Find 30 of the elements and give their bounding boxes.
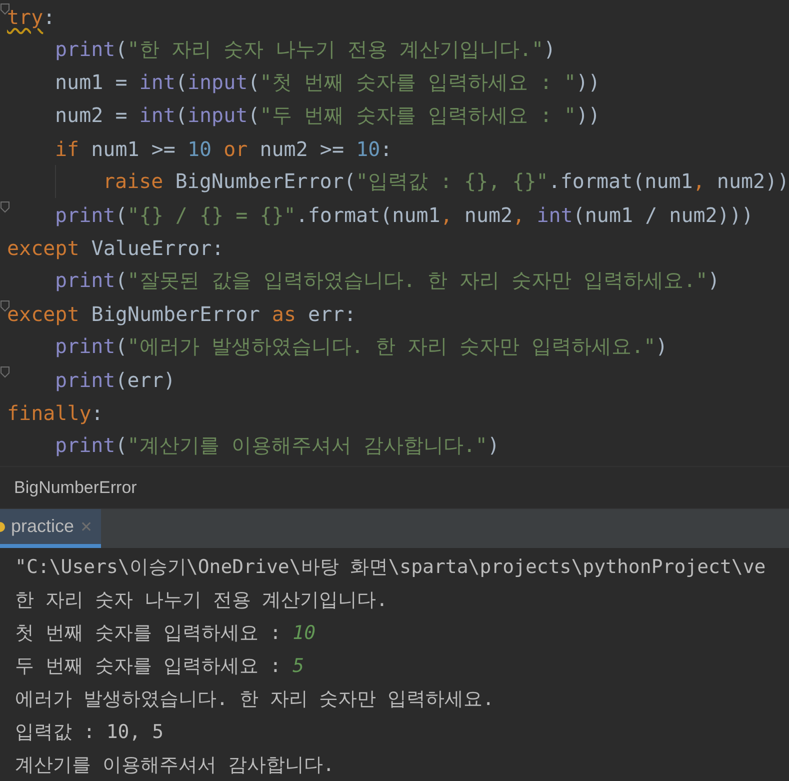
input-text: 5 [292, 654, 304, 676]
console-line: 계산기를 이용해주셔서 감사합니다. [15, 752, 334, 778]
input-text: 10 [292, 622, 316, 644]
fold-icon[interactable] [0, 3, 10, 15]
run-tab[interactable]: practice ✕ [0, 509, 102, 548]
code-line: if num1 >= 10 or num2 >= 10: [55, 136, 392, 160]
console-line: "C:\Users\이승기\OneDrive\바탕 화면\sparta\projects\pythonProject\ve [15, 554, 766, 580]
console-line: 에러가 발생하였습니다. 한 자리 숫자만 입력하세요. [15, 686, 494, 712]
code-line: num1 = int(input("첫 번째 숫자를 입력하세요 : ")) [55, 69, 600, 96]
fold-icon[interactable] [0, 366, 10, 378]
code-line: print("한 자리 숫자 나누기 전용 계산기입니다.") [55, 36, 556, 63]
console-line: 입력값 : 10, 5 [15, 720, 164, 744]
fold-icon[interactable] [0, 201, 10, 213]
console-line: 첫 번째 숫자를 입력하세요 : [15, 620, 282, 646]
code-line: except ValueError: [7, 236, 224, 260]
code-line: print(err) [55, 368, 176, 392]
console-line: 한 자리 숫자 나누기 전용 계산기입니다. [15, 588, 388, 612]
breadcrumb[interactable]: BigNumberError [14, 478, 137, 498]
code-line: raise BigNumberError("입력값 : {}, {}".format(num1, num2)) [103, 168, 789, 195]
code-line: print("계산기를 이용해주셔서 감사합니다.") [55, 432, 500, 459]
code-line: try: [7, 4, 56, 28]
code-line: print("{} / {} = {}".format(num1, num2, int(num1 / num2))) [55, 202, 754, 226]
run-icon [0, 522, 5, 532]
code-line: except BigNumberError as err: [7, 302, 356, 326]
code-line: num2 = int(input("두 번째 숫자를 입력하세요 : ")) [55, 102, 600, 129]
fold-icon[interactable] [0, 300, 10, 312]
code-line: print("에러가 발생하였습니다. 한 자리 숫자만 입력하세요.") [55, 333, 668, 360]
code-line: print("잘못된 값을 입력하였습니다. 한 자리 숫자만 입력하세요.") [55, 267, 720, 294]
console-line: 두 번째 숫자를 입력하세요 : [15, 654, 282, 678]
code-line: finally: [7, 400, 104, 424]
